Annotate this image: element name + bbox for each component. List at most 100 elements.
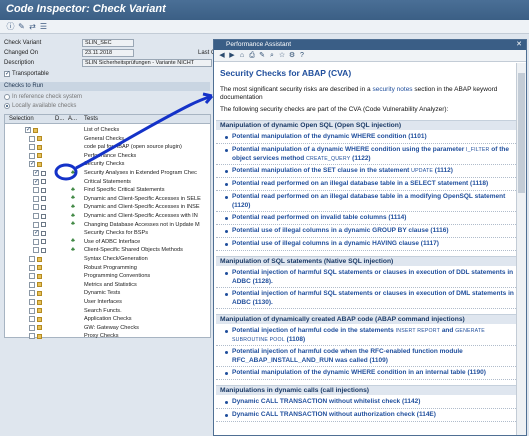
table-row[interactable]: GW: Gateway Checks	[5, 324, 210, 332]
check-link[interactable]: Potential manipulation of the dynamic WH…	[232, 133, 514, 142]
table-row[interactable]: Programming Conventions	[5, 272, 210, 280]
print-icon[interactable]: ⎙	[248, 52, 256, 60]
check-variant-field[interactable]: SLIN_SEC	[82, 39, 134, 47]
row-checkbox[interactable]	[33, 169, 39, 177]
table-row[interactable]: ♣ Changing Database Accesses not in Updat…	[5, 221, 210, 229]
row-checkbox[interactable]	[33, 221, 39, 228]
row-checkbox[interactable]	[29, 264, 35, 271]
table-row[interactable]: User Interfaces	[5, 298, 210, 306]
ref-check-system-radio[interactable]	[4, 94, 10, 100]
col-tests[interactable]: Tests	[84, 115, 98, 124]
table-row[interactable]: Metrics and Statistics	[5, 281, 210, 289]
check-link[interactable]: Potential read performed on invalid tabl…	[232, 214, 514, 223]
check-link[interactable]: Potential manipulation of the dynamic WH…	[232, 369, 514, 378]
table-row[interactable]: Security Checks	[5, 160, 210, 168]
table-row[interactable]: Robust Programming	[5, 264, 210, 272]
row-checkbox[interactable]	[29, 307, 35, 314]
check-link[interactable]: Potential read performed on an illegal d…	[232, 193, 514, 210]
table-row[interactable]: Search Functs.	[5, 307, 210, 315]
tree-icon[interactable]: ☰	[39, 22, 48, 31]
bookmark-icon[interactable]: ☆	[278, 52, 286, 60]
attribute-icon[interactable]: ♣	[71, 221, 76, 227]
info-icon[interactable]: ⓘ	[6, 22, 15, 31]
table-row[interactable]: ♣ Dynamic and Client-Specific Accesses in…	[5, 195, 210, 203]
transportable-checkbox[interactable]	[4, 70, 10, 77]
description-field[interactable]: SLIN Sicherheitsprüfungen - Variante NIC…	[82, 59, 212, 67]
check-link[interactable]: Potential injection of harmful code when…	[232, 348, 514, 365]
row-checkbox[interactable]	[33, 229, 39, 237]
row-checkbox[interactable]	[29, 273, 35, 280]
row-checkbox[interactable]	[33, 178, 39, 186]
security-notes-link[interactable]: security notes	[372, 86, 412, 93]
check-link[interactable]: Potential injection of harmful SQL state…	[232, 290, 514, 307]
table-row[interactable]: General Checks	[5, 135, 210, 143]
row-checkbox[interactable]	[29, 290, 35, 297]
attribute-icon[interactable]: ♣	[71, 213, 76, 219]
check-link[interactable]: Potential injection of harmful SQL state…	[232, 269, 514, 286]
table-row[interactable]: List of Checks	[5, 126, 210, 134]
check-link[interactable]: Potential use of illegal columns in a dy…	[232, 240, 514, 249]
check-link[interactable]: Dynamic CALL TRANSACTION without authori…	[232, 411, 514, 420]
table-row[interactable]: Application Checks	[5, 315, 210, 323]
locally-available-radio[interactable]	[4, 103, 10, 109]
attribute-icon[interactable]: ♣	[71, 195, 76, 201]
table-row[interactable]: ♣ Find Specific Critical Statements	[5, 186, 210, 194]
attribute-icon[interactable]: ♣	[71, 247, 76, 253]
check-link[interactable]: Potential manipulation of the SET clause…	[232, 167, 514, 176]
row-checkbox[interactable]	[29, 324, 35, 331]
table-row[interactable]: code pal for ABAP (open source plugin)	[5, 143, 210, 151]
table-row[interactable]: ♣ Client-Specific Shared Objects Methods	[5, 246, 210, 254]
table-row[interactable]: Performance Checks	[5, 152, 210, 160]
pa-close-icon[interactable]: ✕	[516, 40, 522, 50]
pa-scroll-thumb[interactable]	[518, 73, 525, 193]
back-icon[interactable]: ◀	[218, 52, 226, 60]
toggle-icon[interactable]: ⇄	[28, 22, 37, 31]
table-row[interactable]: ♣ Dynamic and Client-Specific Accesses in…	[5, 203, 210, 211]
forward-icon[interactable]: ▶	[228, 52, 236, 60]
pa-scrollbar[interactable]	[516, 63, 526, 435]
table-row[interactable]: Syntax Check/Generation	[5, 255, 210, 263]
help-icon[interactable]: ?	[298, 52, 306, 60]
edit-icon[interactable]: ✎	[258, 52, 266, 60]
row-checkbox[interactable]	[33, 195, 39, 202]
search-icon[interactable]: ⌕	[268, 52, 276, 60]
row-checkbox[interactable]	[33, 247, 39, 254]
row-checkbox[interactable]	[25, 126, 31, 134]
row-checkbox[interactable]	[33, 213, 39, 219]
table-row[interactable]: ♣ Dynamic and Client-Specific Accesses wi…	[5, 212, 210, 220]
check-link[interactable]: Dynamic CALL TRANSACTION without whiteli…	[232, 398, 514, 407]
check-link[interactable]: Potential injection of harmful code in t…	[232, 327, 514, 344]
table-row[interactable]: ♣ Use of ADBC Interface	[5, 238, 210, 246]
row-checkbox[interactable]	[29, 144, 35, 151]
table-row[interactable]: Proxy Checks	[5, 332, 210, 340]
col-d[interactable]: D...	[55, 115, 64, 124]
row-checkbox[interactable]	[29, 281, 35, 288]
attribute-icon[interactable]: ♣	[71, 170, 76, 176]
row-checkbox[interactable]	[33, 187, 39, 194]
row-checkbox[interactable]	[33, 238, 39, 245]
row-checkbox[interactable]	[29, 316, 35, 323]
check-link[interactable]: Potential read performed on an illegal d…	[232, 180, 514, 189]
wand-icon[interactable]: ✎	[17, 22, 26, 31]
table-row[interactable]: Critical Statements	[5, 178, 210, 186]
attribute-icon[interactable]: ♣	[71, 187, 76, 193]
home-icon[interactable]: ⌂	[238, 52, 246, 60]
row-checkbox[interactable]	[29, 160, 35, 168]
row-checkbox[interactable]	[29, 333, 35, 340]
row-checkbox[interactable]	[29, 299, 35, 305]
row-checkbox[interactable]	[29, 135, 35, 142]
table-row[interactable]: Security Checks for BSPs	[5, 229, 210, 237]
table-row[interactable]: Dynamic Tests	[5, 289, 210, 297]
table-row[interactable]: ♣ Security Analyses in Extended Program C…	[5, 169, 210, 177]
settings-icon[interactable]: ⚙	[288, 52, 296, 60]
row-checkbox[interactable]	[29, 256, 35, 262]
attribute-icon[interactable]: ♣	[71, 238, 76, 244]
col-selection[interactable]: Selection	[9, 115, 34, 124]
check-link[interactable]: Potential manipulation of a dynamic WHER…	[232, 146, 514, 163]
col-a[interactable]: A...	[68, 115, 77, 124]
row-checkbox[interactable]	[29, 152, 35, 159]
check-link[interactable]: Potential use of illegal columns in a dy…	[232, 227, 514, 236]
attribute-icon[interactable]: ♣	[71, 204, 76, 210]
changed-on-field[interactable]: 23.11.2018	[82, 49, 134, 57]
row-checkbox[interactable]	[33, 204, 39, 211]
